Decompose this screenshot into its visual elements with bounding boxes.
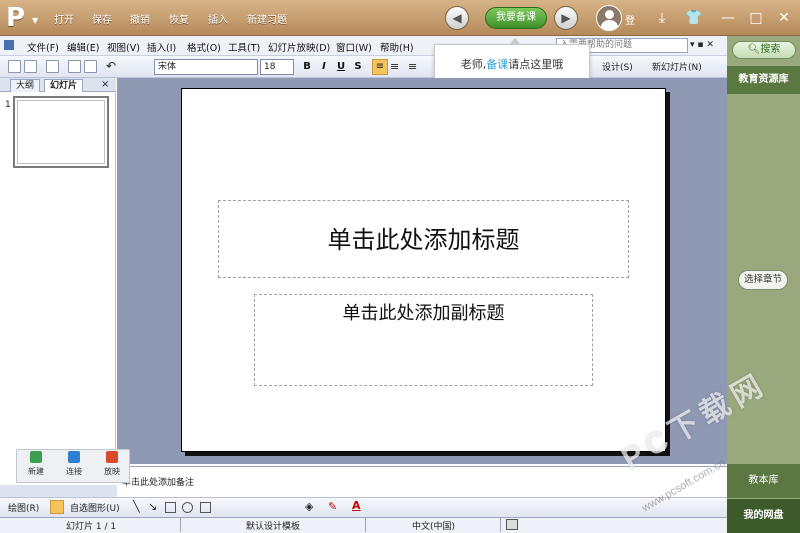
bold-button[interactable]: B [300,60,314,74]
italic-button[interactable]: I [317,60,331,74]
open-icon[interactable] [24,60,37,73]
logo-menu-caret-icon[interactable]: ▼ [32,16,38,25]
autoshapes-menu[interactable]: 自选图形(U) [70,501,120,514]
undo-icon[interactable]: ↶ [106,59,116,73]
minimize-icon[interactable]: — [718,8,738,28]
prev-arrow-icon[interactable]: ◀ [445,6,469,30]
quick-play-button[interactable]: 放映 [97,451,127,477]
menu-view[interactable]: 视图(V) [107,40,140,54]
copy-icon[interactable] [68,60,81,73]
save-button[interactable]: 保存 [92,11,112,26]
status-divider [180,518,181,532]
quick-connect-label: 连接 [66,467,82,476]
next-arrow-icon[interactable]: ▶ [554,6,578,30]
font-select[interactable]: 宋体 [154,59,258,75]
line-color-icon[interactable]: ✎ [328,500,337,513]
quick-connect-button[interactable]: 连接 [59,451,89,477]
open-button[interactable]: 打开 [54,11,74,26]
view-buttons[interactable] [0,485,117,497]
draw-menu[interactable]: 绘图(R) [8,501,39,514]
status-divider [500,518,501,532]
textbook-library-button[interactable]: 教本库 [727,464,800,498]
fill-color-icon[interactable]: ◈ [305,500,313,513]
my-netdisk-button[interactable]: 我的网盘 [727,499,800,533]
menu-file[interactable]: 文件(F) [27,40,59,54]
quick-new-button[interactable]: 新建 [21,451,51,477]
close-icon[interactable]: ✕ [774,8,794,28]
shirt-icon[interactable]: 👕 [684,8,704,28]
arrow-icon[interactable]: ↘ [148,500,157,513]
line-icon[interactable]: ╲ [133,500,140,513]
new-icon [30,451,42,463]
menu-slideshow[interactable]: 幻灯片放映(D) [268,40,330,54]
print-icon[interactable] [46,60,59,73]
menu-window-controls[interactable]: ▾ ▪ ✕ [690,40,714,50]
tab-outline[interactable]: 大纲 [10,79,41,92]
search-label: 搜索 [760,44,781,55]
search-icon: 🔍︎ [747,44,761,55]
shadow-button[interactable]: S [351,60,365,74]
tooltip-suffix: 请点这里哦 [508,58,564,71]
align-right-icon[interactable]: ≡ [408,60,417,73]
maximize-icon[interactable]: □ [746,8,766,28]
spellcheck-icon[interactable] [506,519,518,530]
new-exercise-button[interactable]: 新建习题 [247,11,287,26]
subtitle-placeholder[interactable]: 单击此处添加副标题 [254,294,593,386]
insert-button[interactable]: 插入 [208,11,228,26]
ellipse-icon[interactable] [182,502,193,513]
resource-search-button[interactable]: 🔍︎搜索 [732,41,796,59]
redo-button[interactable]: 恢复 [169,11,189,26]
prepare-lesson-button[interactable]: 我要备课 [485,7,547,29]
menu-window[interactable]: 窗口(W) [336,40,372,54]
paste-icon[interactable] [84,60,97,73]
menu-insert[interactable]: 插入(I) [147,40,176,54]
quick-play-label: 放映 [104,467,120,476]
status-language: 中文(中国) [412,522,456,532]
resource-library-title[interactable]: 教育资源库 [727,66,800,94]
status-template: 默认设计模板 [246,522,301,532]
menu-help[interactable]: 帮助(H) [380,40,414,54]
panel-close-icon[interactable]: × [101,79,109,90]
quick-new-label: 新建 [28,467,44,476]
menu-format[interactable]: 格式(O) [187,40,221,54]
play-icon [106,451,118,463]
new-slide-button[interactable]: 新幻灯片(N) [652,60,702,73]
title-placeholder[interactable]: 单击此处添加标题 [218,200,629,278]
app-logo[interactable]: P [6,4,32,32]
status-slide-count: 幻灯片 1 / 1 [66,522,117,532]
menu-tools[interactable]: 工具(T) [228,40,260,54]
status-divider [365,518,366,532]
slide-thumbnail[interactable] [13,96,109,168]
tooltip-prefix: 老师, [460,58,487,71]
menu-edit[interactable]: 编辑(E) [67,40,99,54]
title-bar [0,0,800,36]
textbox-icon[interactable] [200,502,211,513]
avatar[interactable] [596,5,622,31]
tab-slides[interactable]: 幻灯片 [44,79,84,92]
select-chapter-button[interactable]: 选择章节 [738,270,788,290]
login-link[interactable]: 登 [625,12,635,27]
underline-button[interactable]: U [334,60,348,74]
slide-thumb-number: 1 [5,100,11,110]
rectangle-icon[interactable] [165,502,176,513]
font-color-icon[interactable]: A [352,499,361,512]
tooltip-highlight: 备课 [486,58,509,71]
select-arrow-icon[interactable] [50,500,64,514]
document-icon [4,40,14,50]
undo-button[interactable]: 撤销 [130,11,150,26]
download-icon[interactable]: ⤓ [652,8,672,28]
align-left-icon[interactable]: ≡ [372,59,388,75]
font-size-select[interactable]: 18 [260,59,294,75]
design-button[interactable]: 设计(S) [602,60,633,73]
connect-icon [68,451,80,463]
align-center-icon[interactable]: ≡ [390,60,399,73]
new-icon[interactable] [8,60,21,73]
